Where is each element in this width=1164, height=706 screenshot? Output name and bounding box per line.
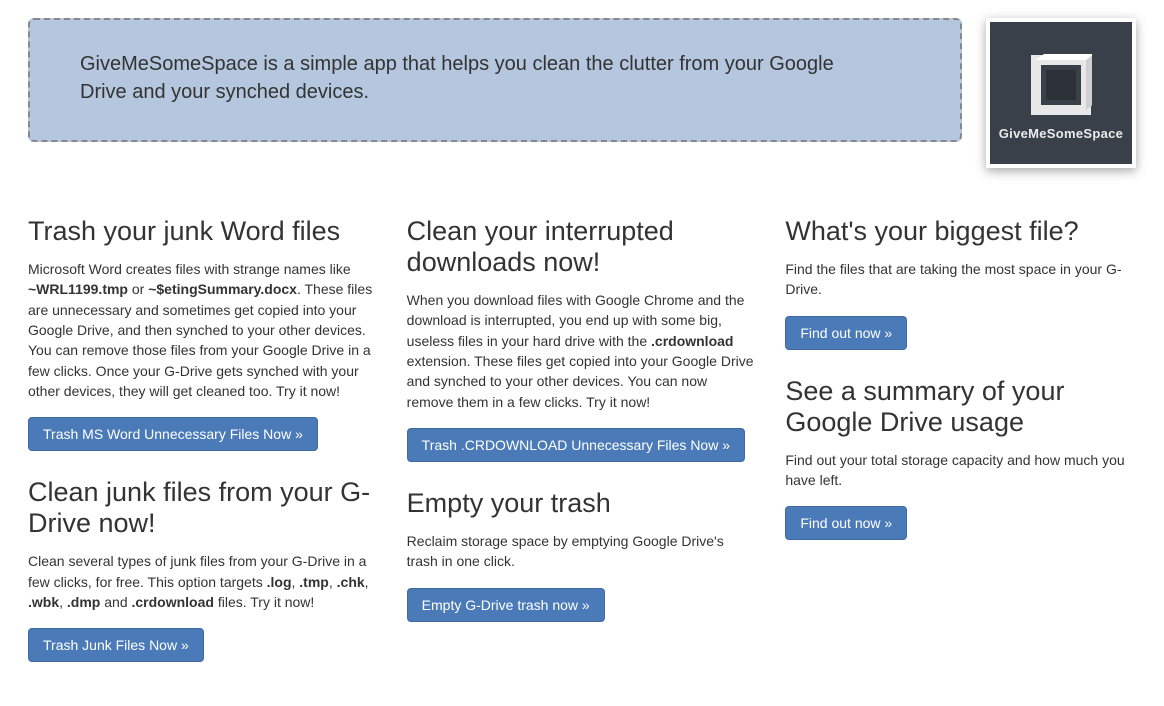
trash-word-button[interactable]: Trash MS Word Unnecessary Files Now » — [28, 417, 318, 451]
section-desc: Reclaim storage space by emptying Google… — [407, 531, 758, 572]
section-desc: Find the files that are taking the most … — [785, 259, 1136, 300]
section-title: Clean your interrupted downloads now! — [407, 216, 758, 278]
intro-banner: GiveMeSomeSpace is a simple app that hel… — [28, 18, 962, 142]
section-title: Clean junk files from your G-Drive now! — [28, 477, 379, 539]
app-logo-icon — [1030, 54, 1092, 116]
logo-label: GiveMeSomeSpace — [999, 126, 1123, 141]
section-clean-downloads: Clean your interrupted downloads now! Wh… — [407, 216, 758, 462]
section-desc: Microsoft Word creates files with strang… — [28, 259, 379, 401]
column-1: Trash your junk Word files Microsoft Wor… — [28, 216, 379, 688]
column-3: What's your biggest file? Find the files… — [785, 216, 1136, 688]
section-desc: When you download files with Google Chro… — [407, 290, 758, 412]
section-empty-trash: Empty your trash Reclaim storage space b… — [407, 488, 758, 622]
section-title: Trash your junk Word files — [28, 216, 379, 247]
section-trash-word: Trash your junk Word files Microsoft Wor… — [28, 216, 379, 451]
trash-junk-button[interactable]: Trash Junk Files Now » — [28, 628, 204, 662]
section-biggest-file: What's your biggest file? Find the files… — [785, 216, 1136, 350]
trash-crdownload-button[interactable]: Trash .CRDOWNLOAD Unnecessary Files Now … — [407, 428, 745, 462]
intro-text: GiveMeSomeSpace is a simple app that hel… — [80, 50, 840, 106]
section-title: See a summary of your Google Drive usage — [785, 376, 1136, 438]
top-row: GiveMeSomeSpace is a simple app that hel… — [28, 18, 1136, 168]
section-desc: Find out your total storage capacity and… — [785, 450, 1136, 491]
find-biggest-button[interactable]: Find out now » — [785, 316, 907, 350]
section-desc: Clean several types of junk files from y… — [28, 551, 379, 612]
empty-trash-button[interactable]: Empty G-Drive trash now » — [407, 588, 605, 622]
column-2: Clean your interrupted downloads now! Wh… — [407, 216, 758, 688]
find-summary-button[interactable]: Find out now » — [785, 506, 907, 540]
section-title: What's your biggest file? — [785, 216, 1136, 247]
section-usage-summary: See a summary of your Google Drive usage… — [785, 376, 1136, 541]
content-columns: Trash your junk Word files Microsoft Wor… — [28, 216, 1136, 688]
logo-card: GiveMeSomeSpace — [986, 18, 1136, 168]
section-clean-junk: Clean junk files from your G-Drive now! … — [28, 477, 379, 662]
section-title: Empty your trash — [407, 488, 758, 519]
